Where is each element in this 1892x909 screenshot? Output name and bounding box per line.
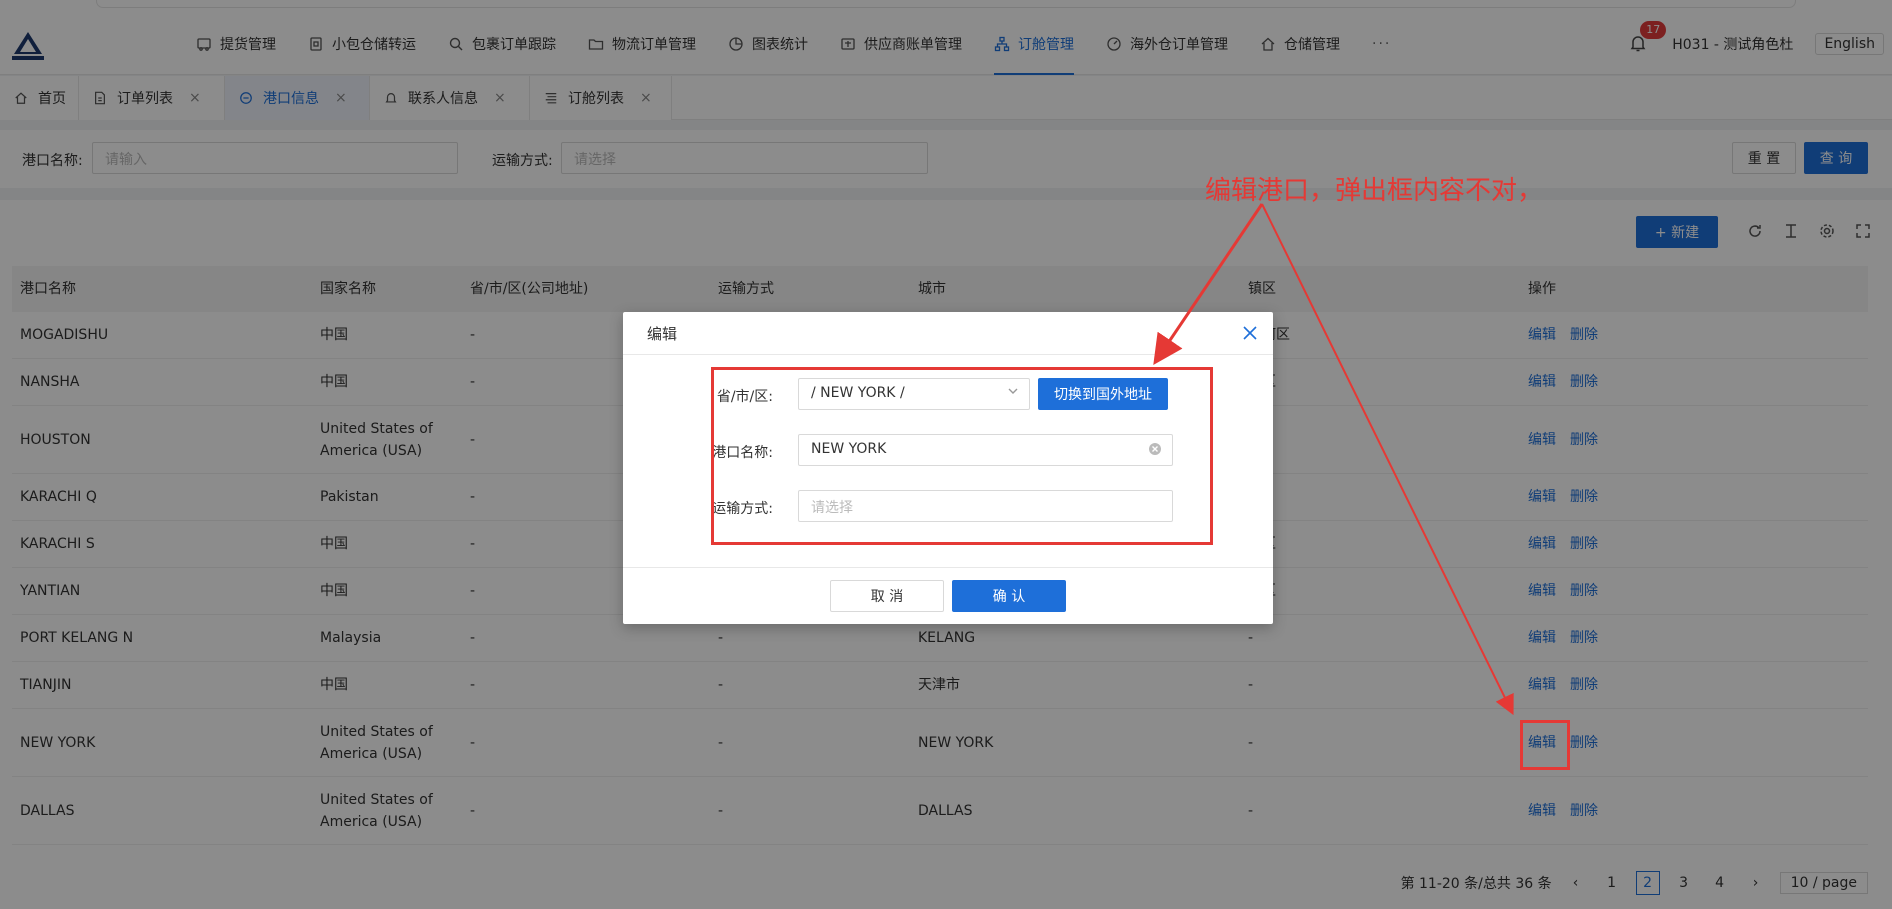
- arrow-to-form: [1153, 203, 1264, 365]
- arrow-to-edit: [1261, 203, 1514, 716]
- annotation-arrows: [1153, 203, 1514, 716]
